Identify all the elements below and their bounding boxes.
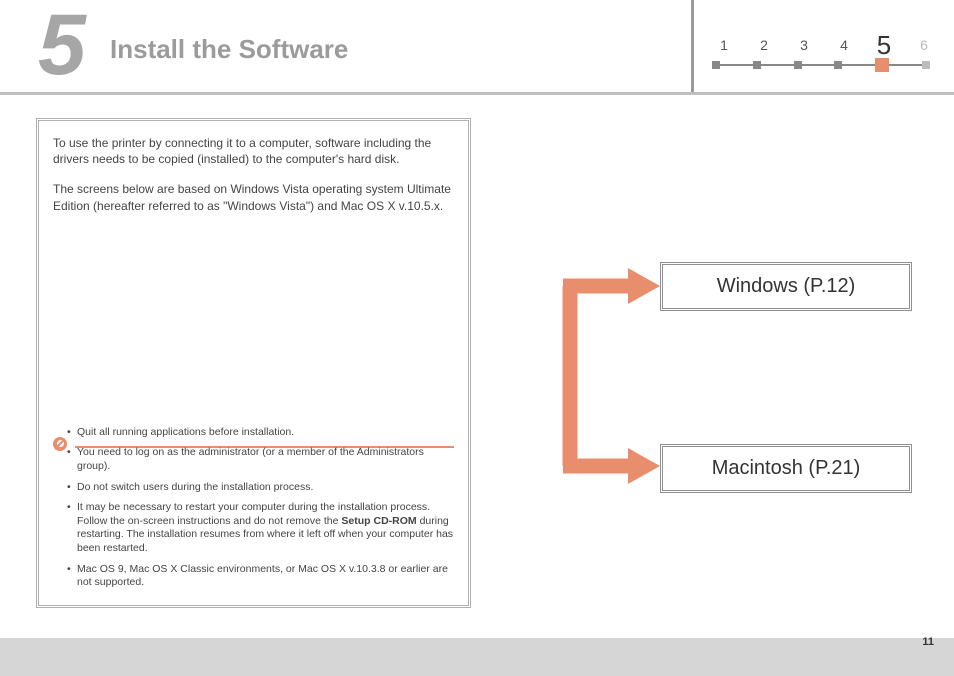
branch-macintosh-box[interactable]: Macintosh (P.21) [660, 444, 912, 493]
step-marker-5-current [875, 58, 889, 72]
note-item-2: You need to log on as the administrator … [67, 446, 454, 473]
important-notes: Quit all running applications before ins… [53, 426, 454, 597]
intro-text: To use the printer by connecting it to a… [53, 135, 454, 214]
page-number: 11 [922, 636, 934, 648]
info-box: To use the printer by connecting it to a… [36, 118, 471, 608]
step-num-2: 2 [748, 37, 780, 53]
step-num-4: 4 [828, 37, 860, 53]
step-marker-3 [794, 61, 802, 69]
step-marker-2 [753, 61, 761, 69]
step-numbers: 1 2 3 4 5 6 [708, 26, 940, 57]
intro-paragraph-2: The screens below are based on Windows V… [53, 181, 454, 213]
intro-paragraph-1: To use the printer by connecting it to a… [53, 135, 454, 167]
section-number: 5 [38, 0, 82, 95]
step-num-3: 3 [788, 37, 820, 53]
content-area: To use the printer by connecting it to a… [0, 100, 954, 636]
header: 5 Install the Software 1 2 3 4 5 6 [0, 0, 954, 92]
step-num-6: 6 [908, 37, 940, 53]
step-markers [712, 58, 930, 72]
step-marker-1 [712, 61, 720, 69]
note-item-5: Mac OS 9, Mac OS X Classic environments,… [67, 563, 454, 590]
page-title: Install the Software [110, 34, 348, 65]
step-track [712, 58, 930, 72]
step-marker-6 [922, 61, 930, 69]
header-divider [0, 92, 954, 95]
note-item-3: Do not switch users during the installat… [67, 481, 454, 495]
step-num-1: 1 [708, 37, 740, 53]
step-marker-4 [834, 61, 842, 69]
note-item-1: Quit all running applications before ins… [67, 426, 454, 440]
note-4-strong: Setup CD-ROM [341, 515, 416, 527]
note-item-4: It may be necessary to restart your comp… [67, 501, 454, 556]
footer-bar [0, 638, 954, 676]
step-indicator: 1 2 3 4 5 6 [691, 0, 954, 92]
step-num-5-current: 5 [868, 30, 900, 61]
branch-diagram: Windows (P.12) Macintosh (P.21) [510, 256, 930, 496]
branch-windows-box[interactable]: Windows (P.12) [660, 262, 912, 311]
